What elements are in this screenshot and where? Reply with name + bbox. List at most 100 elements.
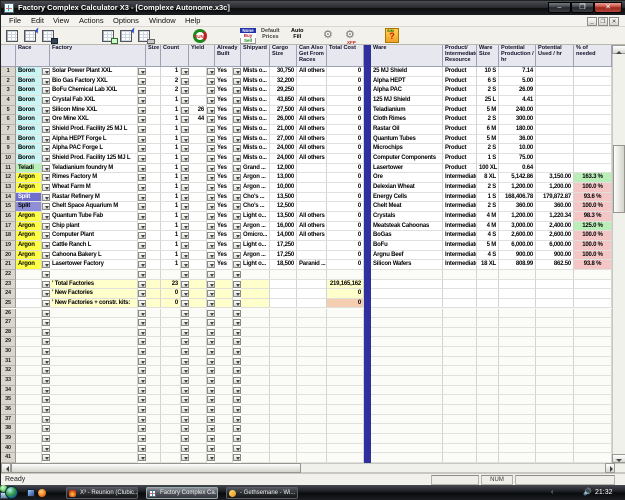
cell-can-also-races[interactable]: [297, 415, 327, 425]
factory-dropdown-icon[interactable]: [138, 223, 146, 230]
horizontal-scroll-thumb[interactable]: [11, 463, 301, 473]
yield-dropdown-icon[interactable]: [207, 203, 215, 210]
factory-dropdown-icon[interactable]: [138, 165, 146, 172]
cell-cargo-size[interactable]: [270, 453, 297, 463]
cell-total-cost[interactable]: 0: [327, 125, 364, 135]
cell-rownum[interactable]: 15: [1, 202, 16, 212]
column-header-wsize[interactable]: Ware Size: [477, 45, 499, 67]
cell-total-cost[interactable]: [327, 328, 364, 338]
cell-shipyard[interactable]: Mists o...: [241, 67, 270, 77]
race-dropdown-icon[interactable]: [42, 300, 50, 307]
yield-dropdown-icon[interactable]: [207, 329, 215, 336]
cell-size[interactable]: [146, 328, 161, 338]
cell-yield[interactable]: [189, 289, 207, 299]
yield-dropdown-icon[interactable]: [207, 377, 215, 384]
race-dropdown-icon[interactable]: [42, 454, 50, 461]
cell-race[interactable]: Boron: [16, 67, 42, 77]
cell-size[interactable]: [146, 366, 161, 376]
cell-shipyard[interactable]: [241, 347, 270, 357]
yield-dropdown-icon[interactable]: [207, 425, 215, 432]
cell-race[interactable]: Boron: [16, 77, 42, 87]
built-dropdown-icon[interactable]: [233, 377, 241, 384]
cell-yield[interactable]: [189, 270, 207, 280]
cell-size[interactable]: [146, 86, 161, 96]
cell-size[interactable]: [146, 67, 161, 77]
cell-shipyard[interactable]: [241, 328, 270, 338]
built-dropdown-icon[interactable]: [233, 242, 241, 249]
cell-count[interactable]: 1: [161, 231, 181, 241]
count-dropdown-icon[interactable]: [181, 97, 189, 104]
factory-dropdown-icon[interactable]: [138, 348, 146, 355]
cell-yield[interactable]: [189, 251, 207, 261]
race-dropdown-icon[interactable]: [42, 155, 50, 162]
cell-total-cost[interactable]: [327, 415, 364, 425]
cell-shipyard[interactable]: [241, 366, 270, 376]
cell-can-also-races[interactable]: All others: [297, 115, 327, 125]
built-dropdown-icon[interactable]: [233, 87, 241, 94]
race-dropdown-icon[interactable]: [42, 329, 50, 336]
cell-size[interactable]: [146, 115, 161, 125]
cell-race[interactable]: Teladi: [16, 164, 42, 174]
cell-factory[interactable]: ' New Factories + constr. kits:: [50, 299, 138, 309]
yield-dropdown-icon[interactable]: [207, 454, 215, 461]
race-dropdown-icon[interactable]: [42, 252, 50, 259]
cell-count[interactable]: [161, 337, 181, 347]
tools-button[interactable]: ⚙: [323, 28, 340, 44]
built-dropdown-icon[interactable]: [233, 358, 241, 365]
cell-count[interactable]: 1: [161, 96, 181, 106]
cell-shipyard[interactable]: [241, 405, 270, 415]
cell-total-cost[interactable]: [327, 376, 364, 386]
race-dropdown-icon[interactable]: [42, 290, 50, 297]
cell-factory[interactable]: [50, 444, 138, 454]
built-dropdown-icon[interactable]: [233, 203, 241, 210]
column-header-pct[interactable]: % of needed: [574, 45, 612, 67]
cell-rownum[interactable]: 7: [1, 125, 16, 135]
cell-cargo-size[interactable]: 13,500: [270, 212, 297, 222]
cell-size[interactable]: [146, 135, 161, 145]
cell-can-also-races[interactable]: [297, 337, 327, 347]
cell-can-also-races[interactable]: [297, 251, 327, 261]
race-dropdown-icon[interactable]: [42, 203, 50, 210]
cell-race[interactable]: Argon: [16, 173, 42, 183]
factory-dropdown-icon[interactable]: [138, 174, 146, 181]
cell-yield[interactable]: [189, 173, 207, 183]
cell-can-also-races[interactable]: [297, 193, 327, 203]
cell-yield[interactable]: [189, 376, 207, 386]
cell-yield[interactable]: [189, 144, 207, 154]
built-dropdown-icon[interactable]: [233, 194, 241, 201]
open-file-button[interactable]: [23, 28, 40, 44]
built-dropdown-icon[interactable]: [233, 232, 241, 239]
count-dropdown-icon[interactable]: [181, 145, 189, 152]
cell-already-built[interactable]: Yes: [215, 183, 233, 193]
cell-factory[interactable]: [50, 347, 138, 357]
count-dropdown-icon[interactable]: [181, 406, 189, 413]
cell-already-built[interactable]: Yes: [215, 96, 233, 106]
cell-already-built[interactable]: [215, 280, 233, 290]
cell-can-also-races[interactable]: [297, 347, 327, 357]
cell-rownum[interactable]: 14: [1, 193, 16, 203]
built-dropdown-icon[interactable]: [233, 416, 241, 423]
import-button[interactable]: [101, 28, 118, 44]
count-dropdown-icon[interactable]: [181, 348, 189, 355]
race-dropdown-icon[interactable]: [42, 136, 50, 143]
built-dropdown-icon[interactable]: [233, 145, 241, 152]
cell-race[interactable]: [16, 328, 42, 338]
cell-shipyard[interactable]: Mists o...: [241, 115, 270, 125]
cell-shipyard[interactable]: [241, 395, 270, 405]
cell-cargo-size[interactable]: 26,000: [270, 115, 297, 125]
built-dropdown-icon[interactable]: [233, 367, 241, 374]
cell-shipyard[interactable]: [241, 280, 270, 290]
cell-factory[interactable]: Solar Power Plant XXL: [50, 67, 138, 77]
cell-cargo-size[interactable]: 32,200: [270, 77, 297, 87]
built-dropdown-icon[interactable]: [233, 271, 241, 278]
yield-dropdown-icon[interactable]: [207, 223, 215, 230]
scroll-left-icon[interactable]: [1, 463, 11, 473]
column-header-built[interactable]: Already Built: [215, 45, 241, 67]
cell-rownum[interactable]: 41: [1, 453, 16, 463]
factory-dropdown-icon[interactable]: [138, 97, 146, 104]
cell-can-also-races[interactable]: [297, 270, 327, 280]
count-dropdown-icon[interactable]: [181, 232, 189, 239]
factory-dropdown-icon[interactable]: [138, 338, 146, 345]
yield-dropdown-icon[interactable]: [207, 184, 215, 191]
cell-rownum[interactable]: 18: [1, 231, 16, 241]
